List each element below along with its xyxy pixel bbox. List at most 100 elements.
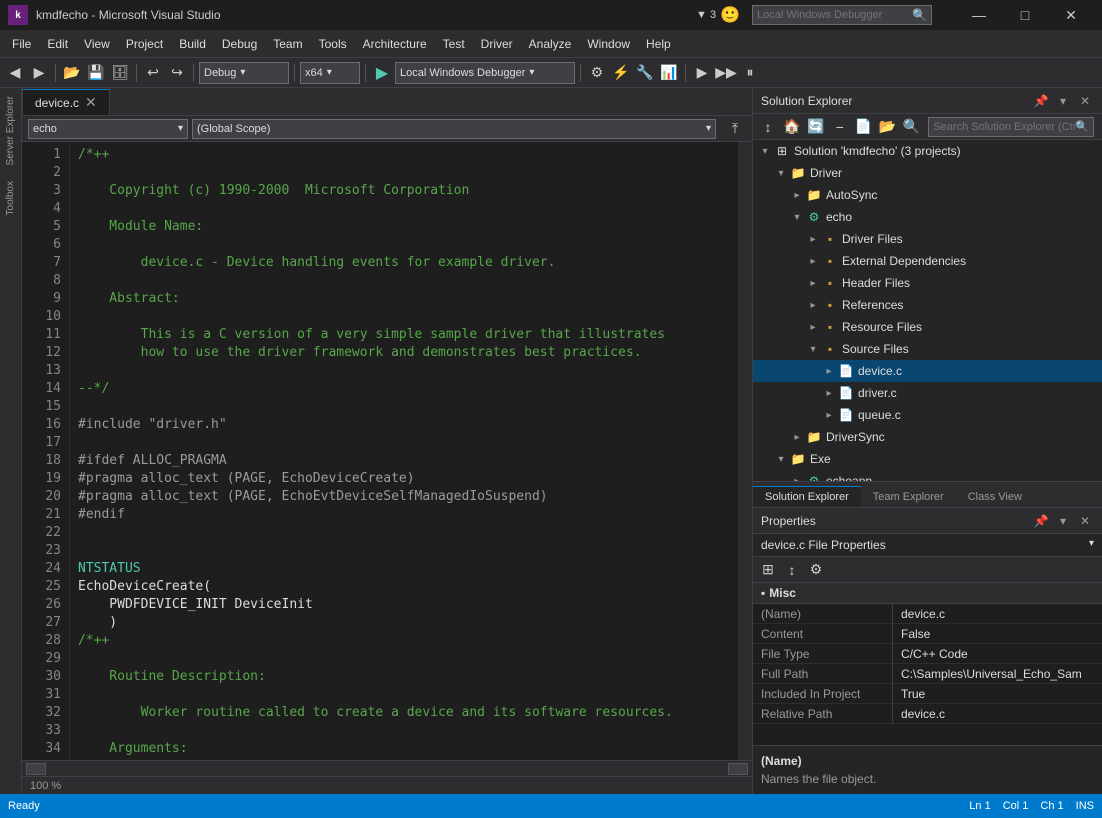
se-menu-btn[interactable]: ▾ [1054, 92, 1072, 110]
chevron-right-icon[interactable]: ▸ [821, 410, 837, 421]
toolbar-redo[interactable]: ↪ [166, 62, 188, 84]
toolbar-back[interactable]: ◀ [4, 62, 26, 84]
se-close-btn[interactable]: ✕ [1076, 92, 1094, 110]
prop-categorized-btn[interactable]: ⊞ [757, 559, 779, 581]
toolbar-extra1[interactable]: ⚙ [586, 62, 608, 84]
tree-item[interactable]: ▸ ⚙ echoapp [753, 470, 1102, 481]
toolbar-open[interactable]: 📂 [61, 62, 83, 84]
se-tb-collapse[interactable]: − [829, 116, 851, 138]
menu-edit[interactable]: Edit [39, 30, 76, 58]
chevron-right-icon[interactable]: ▸ [821, 388, 837, 399]
se-search[interactable]: 🔍 [928, 117, 1094, 137]
server-explorer-label[interactable]: Server Explorer [1, 88, 20, 173]
launch-dropdown[interactable]: Local Windows Debugger ▾ [395, 62, 575, 84]
minimize-button[interactable]: — [956, 0, 1002, 30]
menu-help[interactable]: Help [638, 30, 679, 58]
code-editor[interactable]: /*++​ Copyright (c) 1990-2000 Microsoft … [70, 142, 738, 760]
tree-item[interactable]: ▸ ▪ References [753, 294, 1102, 316]
toolbar-undo[interactable]: ↩ [142, 62, 164, 84]
prop-close-btn[interactable]: ✕ [1076, 512, 1094, 530]
se-tb-filter[interactable]: 🔍 [900, 116, 922, 138]
toolbar-extra2[interactable]: ⚡ [610, 62, 632, 84]
chevron-right-icon[interactable]: ▸ [805, 300, 821, 311]
chevron-right-icon[interactable]: ▸ [821, 366, 837, 377]
editor-scrollbar[interactable] [738, 142, 752, 760]
se-search-input[interactable] [933, 121, 1075, 133]
tree-item[interactable]: ▸ ▪ Driver Files [753, 228, 1102, 250]
menu-build[interactable]: Build [171, 30, 214, 58]
chevron-down-icon[interactable]: ▾ [789, 212, 805, 223]
chevron-right-icon[interactable]: ▸ [805, 278, 821, 289]
chevron-down-icon[interactable]: ▾ [773, 168, 789, 179]
menu-driver[interactable]: Driver [473, 30, 521, 58]
menu-analyze[interactable]: Analyze [521, 30, 580, 58]
chevron-right-icon[interactable]: ▸ [789, 432, 805, 443]
toolbar-extra4[interactable]: 📊 [658, 62, 680, 84]
chevron-down-icon[interactable]: ▾ [805, 344, 821, 355]
menu-debug[interactable]: Debug [214, 30, 265, 58]
scroll-right-btn[interactable] [728, 763, 748, 775]
prop-dropdown-arrow[interactable]: ▾ [1089, 538, 1094, 549]
editor-content[interactable]: 1234567891011121314151617181920212223242… [22, 142, 752, 760]
toolbar-play[interactable]: ▶ [371, 62, 393, 84]
se-tb-refresh[interactable]: 🔄 [805, 116, 827, 138]
arch-dropdown[interactable]: x64 ▾ [300, 62, 360, 84]
se-tb-properties[interactable]: 📄 [853, 116, 875, 138]
scroll-left-btn[interactable] [26, 763, 46, 775]
se-tb-home[interactable]: 🏠 [781, 116, 803, 138]
chevron-right-icon[interactable]: ▸ [805, 322, 821, 333]
tree-item[interactable]: ▾ 📁 Driver [753, 162, 1102, 184]
menu-test[interactable]: Test [435, 30, 473, 58]
toolbar-extra3[interactable]: 🔧 [634, 62, 656, 84]
toolbox-label[interactable]: Toolbox [1, 173, 20, 223]
menu-architecture[interactable]: Architecture [355, 30, 435, 58]
chevron-right-icon[interactable]: ▸ [805, 256, 821, 267]
toolbar-forward[interactable]: ▶ [28, 62, 50, 84]
tree-item[interactable]: ▸ ▪ Header Files [753, 272, 1102, 294]
toolbar-save[interactable]: 💾 [85, 62, 107, 84]
editor-scroll-up[interactable]: ⤒ [724, 118, 746, 140]
se-tab-class[interactable]: Class View [956, 486, 1034, 507]
tab-device-c[interactable]: device.c ✕ [22, 89, 110, 115]
solution-tree[interactable]: ▾ ⊞ Solution 'kmdfecho' (3 projects) ▾ 📁… [753, 140, 1102, 481]
se-tab-team[interactable]: Team Explorer [861, 486, 956, 507]
menu-file[interactable]: File [4, 30, 39, 58]
toolbar-run3[interactable]: ⏸ [739, 62, 761, 84]
tree-item[interactable]: ▾ ⚙ echo [753, 206, 1102, 228]
debug-config-dropdown[interactable]: Debug ▾ [199, 62, 289, 84]
toolbar-save-all[interactable]: 🗄 [109, 62, 131, 84]
tree-item[interactable]: ▸ 📁 DriverSync [753, 426, 1102, 448]
chevron-down-icon[interactable]: ▾ [773, 454, 789, 465]
menu-project[interactable]: Project [118, 30, 171, 58]
quick-launch-input[interactable] [757, 9, 912, 21]
chevron-right-icon[interactable]: ▸ [789, 190, 805, 201]
menu-tools[interactable]: Tools [311, 30, 355, 58]
menu-window[interactable]: Window [579, 30, 638, 58]
se-tab-solution[interactable]: Solution Explorer [753, 486, 861, 507]
menu-view[interactable]: View [76, 30, 118, 58]
se-tb-sync[interactable]: ↕ [757, 116, 779, 138]
prop-alphabetical-btn[interactable]: ↕ [781, 559, 803, 581]
close-button[interactable]: ✕ [1048, 0, 1094, 30]
prop-pin-btn[interactable]: 📌 [1032, 512, 1050, 530]
scroll-track[interactable] [48, 765, 726, 773]
tree-item[interactable]: ▾ ▪ Source Files [753, 338, 1102, 360]
toolbar-run1[interactable]: ▶ [691, 62, 713, 84]
tree-item-solution[interactable]: ▾ ⊞ Solution 'kmdfecho' (3 projects) [753, 140, 1102, 162]
quick-launch[interactable]: 🔍 [752, 5, 932, 25]
tree-item[interactable]: ▸ 📄 queue.c [753, 404, 1102, 426]
tree-item[interactable]: ▾ 📁 Exe [753, 448, 1102, 470]
se-pin-btn[interactable]: 📌 [1032, 92, 1050, 110]
chevron-right-icon[interactable]: ▸ [805, 234, 821, 245]
tree-item[interactable]: ▸ 📄 driver.c [753, 382, 1102, 404]
restore-button[interactable]: □ [1002, 0, 1048, 30]
tree-item[interactable]: ▸ 📄 device.c [753, 360, 1102, 382]
menu-team[interactable]: Team [265, 30, 310, 58]
prop-menu-btn[interactable]: ▾ [1054, 512, 1072, 530]
toolbar-run2[interactable]: ▶▶ [715, 62, 737, 84]
prop-property-pages-btn[interactable]: ⚙ [805, 559, 827, 581]
tree-item[interactable]: ▸ 📁 AutoSync [753, 184, 1102, 206]
editor-hscrollbar[interactable] [22, 760, 752, 776]
scope-dropdown[interactable]: (Global Scope) ▾ [192, 119, 716, 139]
file-dropdown[interactable]: echo ▾ [28, 119, 188, 139]
